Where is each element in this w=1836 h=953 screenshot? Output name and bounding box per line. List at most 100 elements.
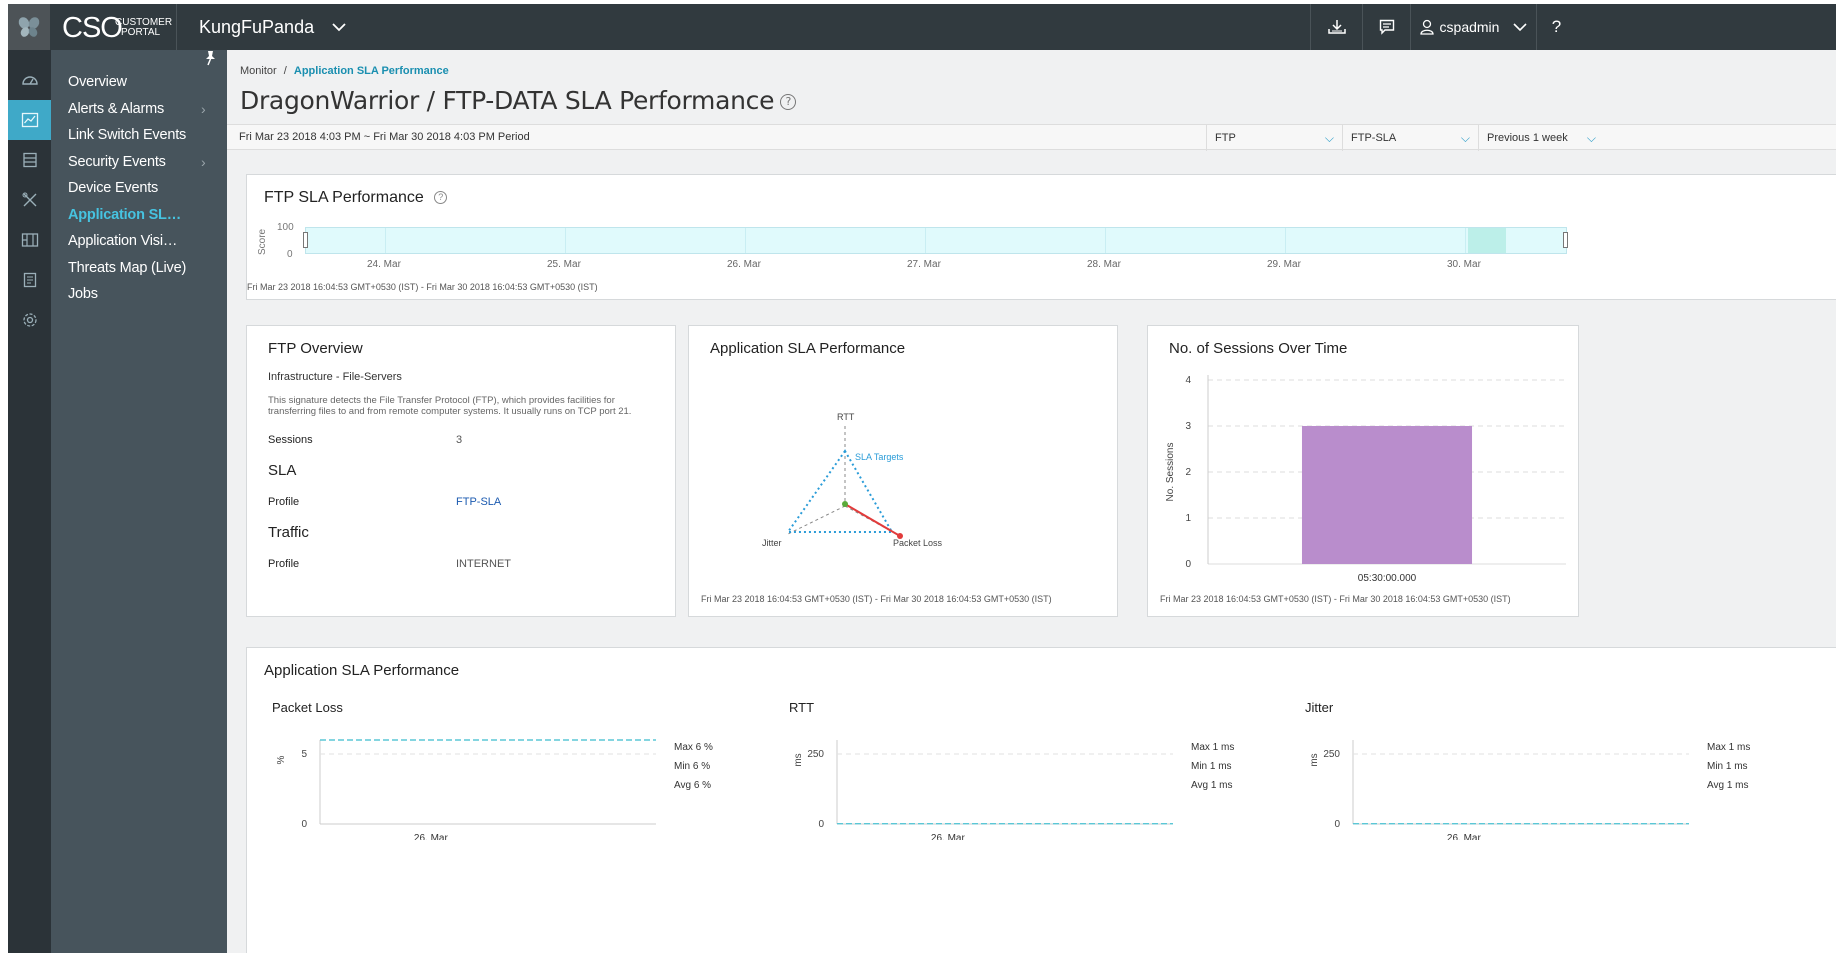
- page-title: DragonWarrior / FTP-DATA SLA Performance…: [240, 86, 797, 115]
- metric-y-tick: 5: [301, 749, 307, 760]
- rail-resources[interactable]: [8, 140, 51, 180]
- rail-dashboard[interactable]: [8, 60, 51, 100]
- sessions-y-axis-label: No. Sessions: [1165, 443, 1176, 502]
- metric-y-tick: 0: [818, 819, 824, 830]
- metric-min-stat: Min 6 %: [674, 761, 711, 772]
- metric-y-tick: 0: [301, 819, 307, 830]
- rail-reports[interactable]: [8, 260, 51, 300]
- breadcrumb-current: Application SLA Performance: [293, 65, 449, 77]
- chevron-right-icon: ›: [201, 154, 206, 170]
- sessions-y-tick: 0: [1185, 559, 1191, 570]
- sla-metric-panel: Jitter 0 250 ms 26. Mar Max 1 ms Min 1 ms Avg 1…: [1305, 700, 1805, 840]
- rail-settings[interactable]: [8, 300, 51, 340]
- page-title-text: DragonWarrior / FTP-DATA SLA Performance: [240, 86, 775, 115]
- timeline-gridline: [1105, 228, 1106, 253]
- chevron-down-icon: [1513, 23, 1528, 32]
- timeline-x-tick: 26. Mar: [727, 259, 761, 270]
- sla-profile-select[interactable]: FTP-SLA ⌵: [1342, 125, 1478, 151]
- overview-category: Infrastructure - File-Servers: [268, 371, 402, 383]
- sla-profile-label: Profile: [268, 496, 300, 508]
- sidebar-item-overview[interactable]: Overview: [68, 74, 127, 90]
- metric-unit-label: %: [276, 755, 287, 764]
- sidebar-item-link-switch-events[interactable]: Link Switch Events: [68, 127, 186, 143]
- metric-avg-stat: Avg 1 ms: [1191, 780, 1233, 791]
- download-icon: [1327, 20, 1346, 34]
- application-select[interactable]: FTP ⌵: [1206, 125, 1342, 151]
- sla-timeline-card: FTP SLA Performance ? Score 100 0 24. Ma…: [246, 174, 1836, 300]
- score-tick-0: 0: [287, 249, 293, 260]
- sidebar: Overview Alerts & Alarms › Link Switch E…: [51, 50, 227, 953]
- chevron-down-icon: ⌵: [1460, 130, 1470, 145]
- sla-metric-panel: RTT 0 250 ms 26. Mar Max 1 ms Min 1 ms Avg 1 ms: [789, 700, 1289, 840]
- timeline-gridline: [385, 228, 386, 253]
- sessions-bar-chart: 0 1 2 3 4 No. Sessions 05:30:00.000: [1165, 375, 1566, 584]
- navigator-handle-left[interactable]: [303, 232, 308, 248]
- score-axis-label: Score: [257, 228, 268, 255]
- sidebar-item-threats-map[interactable]: Threats Map (Live): [68, 260, 186, 276]
- sla-radar-chart: [786, 426, 903, 539]
- sla-profile-link[interactable]: FTP-SLA: [456, 496, 501, 508]
- radar-footer: Fri Mar 23 2018 16:04:53 GMT+0530 (IST) …: [701, 594, 1052, 604]
- jitter-axis-line: [787, 505, 846, 535]
- application-select-value: FTP: [1215, 132, 1236, 144]
- icon-rail: [8, 50, 51, 953]
- chevron-down-icon: ⌵: [1324, 130, 1334, 145]
- timeline-x-tick: 28. Mar: [1087, 259, 1121, 270]
- sidebar-item-application-sla[interactable]: Application SL…: [68, 207, 181, 223]
- sessions-chart-footer: Fri Mar 23 2018 16:04:53 GMT+0530 (IST) …: [1160, 594, 1511, 604]
- rail-catalog[interactable]: [8, 220, 51, 260]
- metric-x-tick: 26. Mar: [931, 833, 966, 840]
- traffic-profile-value: INTERNET: [456, 558, 511, 570]
- timeline-gridline: [565, 228, 566, 253]
- sla-targets-label: SLA Targets: [855, 452, 904, 462]
- sidebar-item-security-events[interactable]: Security Events: [68, 154, 166, 170]
- timeline-x-tick: 25. Mar: [547, 259, 581, 270]
- tenant-selector[interactable]: KungFuPanda: [176, 4, 346, 50]
- messages-button[interactable]: [1362, 4, 1410, 50]
- metric-x-tick: 26. Mar: [1447, 833, 1482, 840]
- sessions-bar[interactable]: [1301, 426, 1473, 564]
- timeline-x-tick: 27. Mar: [907, 259, 941, 270]
- metric-max-stat: Max 1 ms: [1707, 742, 1751, 753]
- rail-monitor[interactable]: [8, 100, 51, 140]
- traffic-heading: Traffic: [268, 524, 309, 541]
- metric-avg-stat: Avg 6 %: [674, 780, 712, 791]
- navigator-handle-right[interactable]: [1563, 232, 1568, 248]
- help-circle-icon[interactable]: ?: [434, 191, 448, 205]
- download-button[interactable]: [1310, 4, 1362, 50]
- comment-icon: [1379, 19, 1394, 35]
- rail-configuration[interactable]: [8, 180, 51, 220]
- sla-metric-panel: Packet Loss 0 5% 26. Mar Max 6 % Min 6 % Avg 6…: [272, 700, 772, 840]
- metric-y-tick: 0: [1334, 819, 1340, 830]
- help-button[interactable]: ?: [1536, 4, 1576, 50]
- sidebar-item-jobs[interactable]: Jobs: [68, 286, 98, 302]
- sessions-y-tick: 3: [1185, 421, 1191, 432]
- user-menu[interactable]: cspadmin: [1410, 4, 1536, 50]
- tenant-name: KungFuPanda: [199, 16, 315, 37]
- navigator-selection[interactable]: [1468, 228, 1506, 253]
- breadcrumb-parent[interactable]: Monitor: [240, 65, 277, 77]
- metric-unit-label: ms: [1309, 753, 1320, 766]
- metric-x-tick: 26. Mar: [414, 833, 449, 840]
- sessions-y-tick: 2: [1185, 467, 1191, 478]
- time-range-select[interactable]: Previous 1 week ⌵: [1478, 125, 1598, 151]
- main-content: Monitor / Application SLA Performance Dr…: [227, 50, 1836, 953]
- rtt-axis-label: RTT: [837, 412, 855, 422]
- juniper-logo[interactable]: [8, 4, 50, 50]
- navigator-area[interactable]: [305, 227, 1567, 254]
- sla-metrics-title: Application SLA Performance: [264, 662, 460, 679]
- pin-icon[interactable]: [203, 50, 217, 66]
- metric-min-stat: Min 1 ms: [1707, 761, 1748, 772]
- sidebar-item-alerts-alarms[interactable]: Alerts & Alarms: [68, 101, 164, 117]
- help-circle-icon[interactable]: ?: [780, 94, 797, 110]
- sla-profile-select-value: FTP-SLA: [1351, 132, 1397, 144]
- breadcrumb-separator: /: [283, 65, 287, 77]
- metric-max-stat: Max 1 ms: [1191, 742, 1235, 753]
- chevron-down-icon: [332, 23, 346, 32]
- packet-loss-axis-label: Packet Loss: [893, 538, 943, 548]
- sla-targets-polygon: [786, 449, 894, 533]
- sidebar-item-application-visibility[interactable]: Application Visi…: [68, 233, 177, 249]
- sidebar-item-device-events[interactable]: Device Events: [68, 180, 158, 196]
- time-range-select-value: Previous 1 week: [1487, 132, 1568, 144]
- sessions-y-tick: 1: [1185, 513, 1191, 524]
